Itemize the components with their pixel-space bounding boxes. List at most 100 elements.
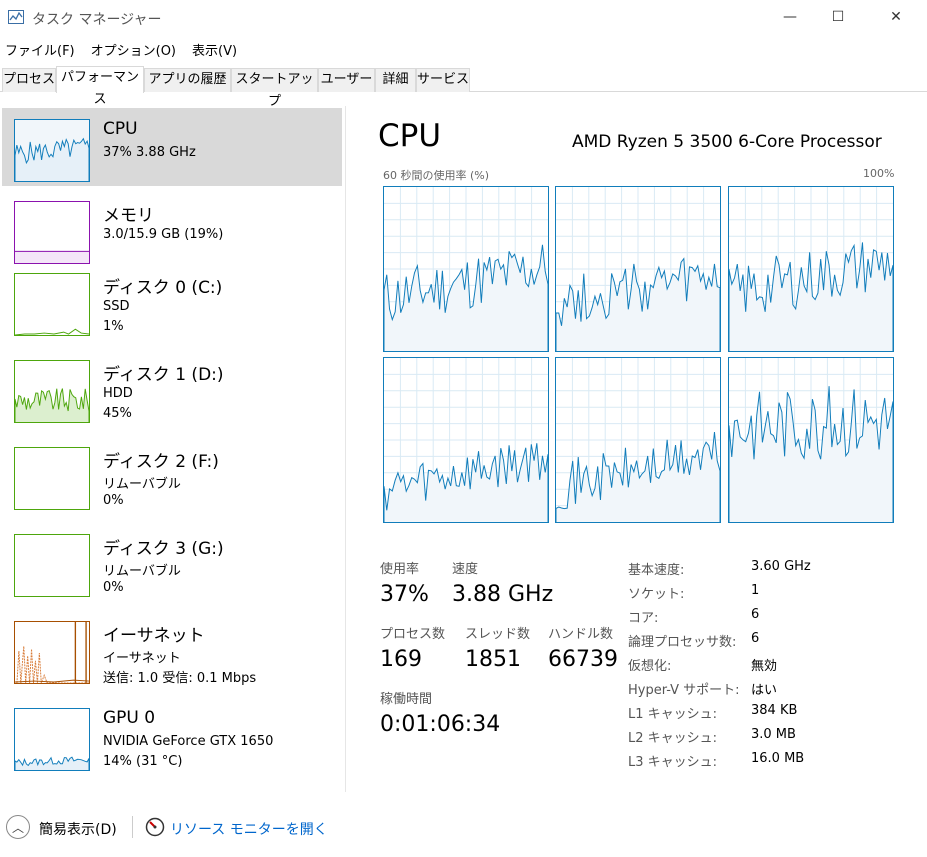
chevron-up-icon[interactable]: ︿ — [6, 815, 30, 839]
tab-users[interactable]: ユーザー — [318, 68, 375, 92]
sidebar-item-name: メモリ — [103, 206, 154, 226]
process-count-label: プロセス数 — [380, 627, 446, 642]
tab-bar: プロセス パフォーマンス アプリの履歴 スタートアップ ユーザー 詳細 サービス — [0, 66, 927, 109]
usage-label: 使用率 — [380, 562, 420, 577]
sidebar-item-detail: SSD — [103, 299, 130, 314]
sidebar-item-ethernet[interactable]: イーサネット イーサネット 送信: 1.0 受信: 0.1 Mbps — [2, 610, 342, 688]
uptime-value: 0:01:06:34 — [380, 712, 501, 737]
sidebar-item-name: CPU — [103, 119, 138, 139]
usage-value: 37% — [380, 582, 429, 607]
sidebar-item-name: ディスク 1 (D:) — [103, 365, 224, 385]
sidebar-item-disk-0[interactable]: ディスク 0 (C:) SSD 1% — [2, 262, 342, 340]
tab-startup[interactable]: スタートアップ — [231, 68, 318, 109]
menu-options[interactable]: オプション(O) — [86, 38, 181, 60]
spec-key: L1 キャッシュ: — [628, 707, 718, 722]
spec-value: 3.60 GHz — [751, 559, 811, 574]
sidebar-item-detail: リムーバブル — [103, 564, 181, 579]
sidebar-item-usage: 送信: 1.0 受信: 0.1 Mbps — [103, 671, 257, 686]
footer-divider — [132, 816, 133, 838]
core-graph-3 — [383, 357, 549, 523]
close-button[interactable]: ✕ — [873, 0, 919, 34]
sidebar-item-disk-1[interactable]: ディスク 1 (D:) HDD 45% — [2, 349, 342, 427]
tab-processes[interactable]: プロセス — [2, 68, 56, 92]
sidebar-item-name: ディスク 2 (F:) — [103, 452, 219, 472]
title-bar[interactable]: タスク マネージャー — ☐ ✕ — [0, 0, 927, 36]
minimize-button[interactable]: — — [767, 0, 813, 34]
spec-value: 1 — [751, 583, 760, 598]
tab-performance[interactable]: パフォーマンス — [56, 66, 144, 107]
tab-app-history[interactable]: アプリの履歴 — [144, 68, 231, 92]
cpu-thumbnail-graph — [14, 119, 90, 182]
spec-value: 3.0 MB — [751, 727, 796, 742]
sidebar-item-detail: HDD — [103, 386, 133, 401]
spec-key: L2 キャッシュ: — [628, 731, 718, 746]
disk2-thumbnail-graph — [14, 447, 90, 510]
sidebar-item-memory[interactable]: メモリ 3.0/15.9 GB (19%) — [2, 190, 342, 268]
sidebar-item-disk-2[interactable]: ディスク 2 (F:) リムーバブル 0% — [2, 436, 342, 514]
sidebar-item-detail: 37% 3.88 GHz — [103, 145, 196, 160]
spec-value: 6 — [751, 631, 760, 646]
core-graph-4 — [555, 357, 721, 523]
tab-details[interactable]: 詳細 — [375, 68, 416, 92]
spec-key: 基本速度: — [628, 563, 685, 578]
resource-monitor-icon[interactable] — [145, 817, 165, 837]
sidebar-item-disk-3[interactable]: ディスク 3 (G:) リムーバブル 0% — [2, 523, 342, 601]
spec-key: ソケット: — [628, 587, 685, 602]
sidebar-item-usage: 1% — [103, 319, 124, 334]
memory-thumbnail-graph — [14, 201, 90, 264]
spec-value: 無効 — [751, 659, 778, 674]
resource-sidebar: CPU 37% 3.88 GHz メモリ 3.0/15.9 GB (19%) デ… — [0, 106, 346, 792]
spec-key: Hyper-V サポート: — [628, 683, 740, 698]
window-title: タスク マネージャー — [32, 12, 162, 28]
sidebar-item-gpu[interactable]: GPU 0 NVIDIA GeForce GTX 1650 14% (31 °C… — [2, 697, 342, 775]
spec-key: 論理プロセッサ数: — [628, 635, 737, 650]
process-count-value: 169 — [380, 647, 422, 672]
maximize-button[interactable]: ☐ — [815, 0, 861, 34]
thread-count-value: 1851 — [465, 647, 521, 672]
sidebar-item-usage: 0% — [103, 493, 124, 508]
simple-view-button[interactable]: 簡易表示(D) — [39, 819, 117, 839]
tab-services[interactable]: サービス — [416, 68, 470, 92]
spec-value: 384 KB — [751, 703, 798, 718]
processor-name: AMD Ryzen 5 3500 6-Core Processor — [572, 132, 882, 152]
uptime-label: 稼働時間 — [380, 692, 433, 707]
menu-bar: ファイル(F) オプション(O) 表示(V) — [0, 38, 248, 60]
core-graph-2 — [728, 186, 894, 352]
spec-value: 6 — [751, 607, 760, 622]
sidebar-item-name: GPU 0 — [103, 708, 156, 728]
sidebar-item-detail: 3.0/15.9 GB (19%) — [103, 227, 224, 242]
sidebar-item-detail: NVIDIA GeForce GTX 1650 — [103, 734, 274, 749]
disk1-thumbnail-graph — [14, 360, 90, 423]
sidebar-item-usage: 0% — [103, 580, 124, 595]
disk3-thumbnail-graph — [14, 534, 90, 597]
sidebar-item-name: ディスク 3 (G:) — [103, 539, 224, 559]
spec-value: はい — [751, 683, 778, 698]
sidebar-item-usage: 45% — [103, 406, 132, 421]
page-title: CPU — [378, 118, 442, 154]
spec-value: 16.0 MB — [751, 751, 805, 766]
handle-count-value: 66739 — [548, 647, 618, 672]
sidebar-item-detail: リムーバブル — [103, 477, 181, 492]
resource-monitor-link[interactable]: リソース モニターを開く — [170, 819, 328, 839]
core-graph-0 — [383, 186, 549, 352]
footer-bar: ︿ 簡易表示(D) リソース モニターを開く — [0, 810, 927, 850]
sidebar-item-name: ディスク 0 (C:) — [103, 278, 223, 298]
spec-key: 仮想化: — [628, 659, 672, 674]
menu-view[interactable]: 表示(V) — [187, 38, 242, 60]
spec-key: コア: — [628, 611, 659, 626]
graph-label: 60 秒間の使用率 (%) — [383, 169, 490, 182]
core-graph-5 — [728, 357, 894, 523]
sidebar-item-name: イーサネット — [103, 626, 205, 646]
task-manager-icon — [8, 10, 24, 24]
menu-file[interactable]: ファイル(F) — [0, 38, 80, 60]
ethernet-thumbnail-graph — [14, 621, 90, 684]
gpu-thumbnail-graph — [14, 708, 90, 771]
core-graph-1 — [555, 186, 721, 352]
sidebar-item-cpu[interactable]: CPU 37% 3.88 GHz — [2, 108, 342, 186]
sidebar-item-detail: イーサネット — [103, 651, 181, 666]
spec-key: L3 キャッシュ: — [628, 755, 718, 770]
sidebar-item-usage: 14% (31 °C) — [103, 754, 183, 769]
speed-value: 3.88 GHz — [452, 582, 554, 607]
thread-count-label: スレッド数 — [465, 627, 531, 642]
speed-label: 速度 — [452, 562, 479, 577]
